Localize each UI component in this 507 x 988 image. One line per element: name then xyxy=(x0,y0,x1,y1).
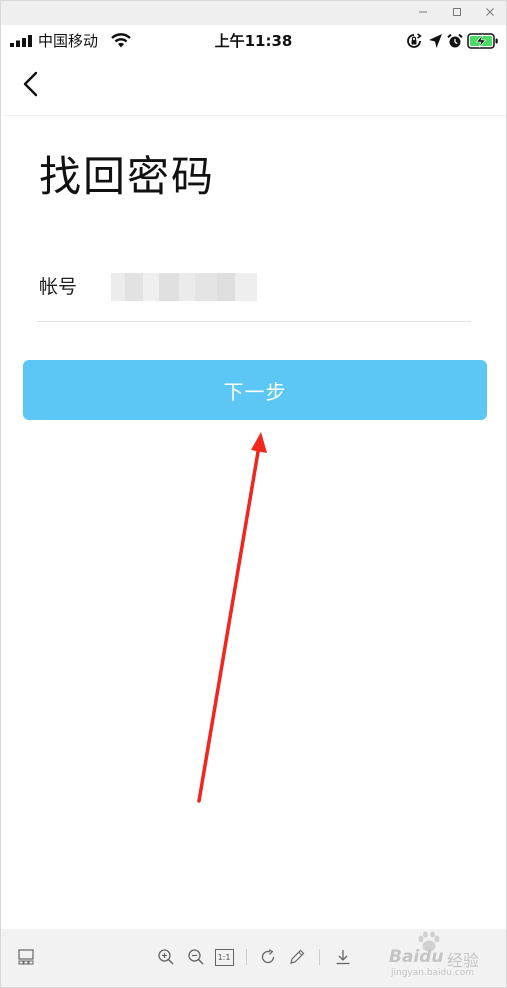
thumbnail-panel-icon[interactable] xyxy=(15,946,37,968)
download-icon[interactable] xyxy=(332,946,354,968)
actual-size-label: 1:1 xyxy=(214,948,234,966)
maximize-icon[interactable] xyxy=(449,4,465,20)
next-step-button[interactable]: 下一步 xyxy=(23,360,487,420)
nav-bar xyxy=(1,57,506,116)
page-title: 找回密码 xyxy=(39,152,216,201)
watermark-brand: Baidu xyxy=(389,947,444,967)
back-chevron-icon[interactable] xyxy=(17,69,47,99)
location-arrow-icon xyxy=(429,34,442,48)
viewer-window-bar xyxy=(1,1,506,25)
carrier-name: 中国移动 xyxy=(38,32,99,50)
zoom-out-icon[interactable] xyxy=(185,946,207,968)
account-input-blurred[interactable] xyxy=(111,273,257,301)
toolbar-divider xyxy=(246,949,247,965)
actual-size-button[interactable]: 1:1 xyxy=(213,946,235,968)
zoom-in-icon[interactable] xyxy=(155,946,177,968)
battery-charging-icon xyxy=(467,33,498,49)
minimize-icon[interactable] xyxy=(415,4,431,20)
toolbar-divider xyxy=(319,949,320,965)
status-bar: 中国移动 上午11:38 xyxy=(1,27,506,57)
account-label: 帐号 xyxy=(39,276,78,298)
baidu-jingyan-watermark: Baidu 经验 jingyan.baidu.com xyxy=(389,931,501,983)
screenshot-frame: 中国移动 上午11:38 找回密码 帐号 下一步 1:1 Baidu 经验 ji… xyxy=(0,0,507,988)
close-icon[interactable] xyxy=(482,4,498,20)
account-input-underline xyxy=(37,321,471,322)
edit-pencil-icon[interactable] xyxy=(286,946,308,968)
orientation-lock-icon xyxy=(407,33,422,48)
cellular-signal-icon xyxy=(10,35,32,47)
watermark-site: jingyan.baidu.com xyxy=(391,968,475,978)
wifi-icon xyxy=(111,33,131,48)
alarm-clock-icon xyxy=(447,33,463,48)
rotate-icon[interactable] xyxy=(257,946,279,968)
